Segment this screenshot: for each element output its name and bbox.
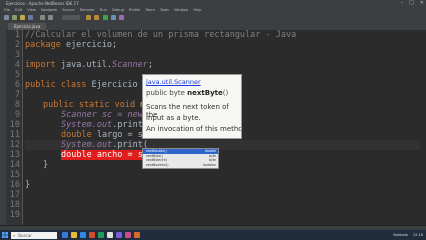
maximize-icon[interactable]: □ — [409, 0, 414, 7]
open-icon[interactable] — [20, 15, 25, 20]
javadoc-popup: java.util.Scanner public byte nextByte()… — [142, 74, 242, 139]
menu-item[interactable]: Team — [145, 8, 155, 12]
app-icon[interactable] — [116, 232, 122, 238]
completion-item[interactable]: nextBoolean() boolean — [143, 163, 218, 168]
line-number: 8 — [14, 100, 20, 110]
close-icon[interactable]: ✕ — [420, 0, 424, 7]
line-number: 14 — [9, 160, 20, 170]
menu-item[interactable]: Help — [193, 8, 201, 12]
line-number: 9 — [14, 110, 20, 120]
line-number: 3 — [14, 50, 20, 60]
code-line-class: public class Ejercicio { — [25, 80, 148, 90]
run-icon[interactable] — [103, 15, 108, 20]
spotify-icon[interactable] — [98, 232, 104, 238]
javadoc-class-link[interactable]: java.util.Scanner — [146, 78, 201, 86]
config-select[interactable] — [62, 15, 80, 20]
window-controls: – □ ✕ — [401, 0, 424, 7]
clock[interactable]: 12:16 — [413, 230, 423, 240]
taskbar-search[interactable]: ⌕ Buscar — [11, 231, 57, 239]
line-number: 18 — [9, 200, 20, 210]
line-number: 6 — [14, 80, 20, 90]
line-number: 1 — [14, 30, 20, 40]
menu-item[interactable]: File — [4, 8, 10, 12]
line-number: 11 — [9, 130, 20, 140]
menu-item[interactable]: Navigate — [41, 8, 57, 12]
line-number: 7 — [14, 90, 20, 100]
app-icon[interactable] — [125, 232, 131, 238]
code-line-package: package ejercicio; — [25, 40, 118, 50]
system-tray: Nublado 12:16 — [393, 230, 423, 240]
window-title: Ejercicios - Apache NetBeans IDE 17 — [6, 1, 79, 6]
line-number: 16 — [9, 180, 20, 190]
menu-item[interactable]: Edit — [15, 8, 22, 12]
line-number: 5 — [14, 70, 20, 80]
javadoc-description: input as a byte. — [146, 114, 201, 122]
line-number-gutter: 1 2 3 4 5 6 7 8 9 10 11 12 13 14 15 16 1… — [6, 30, 23, 225]
windows-taskbar: ⌕ Buscar Nublado 12:16 — [0, 230, 426, 240]
line-number: 4 — [14, 60, 20, 70]
windows-start-icon[interactable] — [2, 232, 8, 238]
weather-label[interactable]: Nublado — [393, 230, 408, 240]
debug-icon[interactable] — [111, 15, 116, 20]
new-file-icon[interactable] — [12, 15, 17, 20]
line-number: 15 — [9, 170, 20, 180]
menu-item[interactable]: Refactor — [80, 8, 95, 12]
menu-item[interactable]: Debug — [112, 8, 124, 12]
menu-item[interactable]: View — [27, 8, 36, 12]
line-number: 13 — [9, 150, 20, 160]
save-icon[interactable] — [28, 15, 33, 20]
code-line-largo: double largo = sc — [61, 130, 149, 140]
redo-icon[interactable] — [48, 15, 53, 20]
javadoc-description: An invocation of this method of — [146, 125, 241, 133]
menu-item[interactable]: Profile — [129, 8, 140, 12]
line-number: 19 — [9, 210, 20, 220]
title-bar: Ejercicios - Apache NetBeans IDE 17 – □ … — [0, 0, 426, 7]
netbeans-icon[interactable] — [134, 232, 140, 238]
search-icon: ⌕ — [13, 232, 16, 238]
line-number: 17 — [9, 190, 20, 200]
menu-item[interactable]: Run — [100, 8, 107, 12]
line-number: 10 — [9, 120, 20, 130]
profile-icon[interactable] — [119, 15, 124, 20]
code-line-print2: System.out.print( — [61, 140, 149, 150]
code-line-scanner: Scanner sc = new — [61, 110, 143, 120]
line-number: 2 — [14, 40, 20, 50]
code-line-close-class: } — [25, 180, 31, 190]
build-icon[interactable] — [86, 15, 91, 20]
office-icon[interactable] — [89, 232, 95, 238]
line-number: 12 — [9, 140, 20, 150]
javadoc-signature: public byte nextByte() — [146, 89, 229, 97]
file-explorer-icon[interactable] — [71, 232, 77, 238]
edge-icon[interactable] — [80, 232, 86, 238]
undo-icon[interactable] — [40, 15, 45, 20]
task-view-icon[interactable] — [62, 232, 68, 238]
chrome-icon[interactable] — [107, 232, 113, 238]
menu-item[interactable]: Source — [62, 8, 74, 12]
code-line-comment: //Calcular el volumen de un prisma recta… — [25, 30, 297, 40]
code-line-print1: System.out.print( — [61, 120, 149, 130]
editor-tab-bar: Ejercicio.java — [0, 22, 426, 30]
code-line-close-method: } — [43, 160, 49, 170]
code-line-import: import java.util.Scanner; — [25, 60, 153, 70]
menu-item[interactable]: Window — [174, 8, 188, 12]
new-project-icon[interactable] — [4, 15, 9, 20]
tab-ejercicio-java[interactable]: Ejercicio.java — [8, 23, 47, 30]
code-line-main: public static void ma — [43, 100, 150, 110]
clean-build-icon[interactable] — [94, 15, 99, 20]
menu-item[interactable]: Tools — [160, 8, 169, 12]
minimize-icon[interactable]: – — [401, 0, 404, 7]
code-completion-list: nextDouble() double nextByte() byte nextBy… — [142, 148, 219, 169]
